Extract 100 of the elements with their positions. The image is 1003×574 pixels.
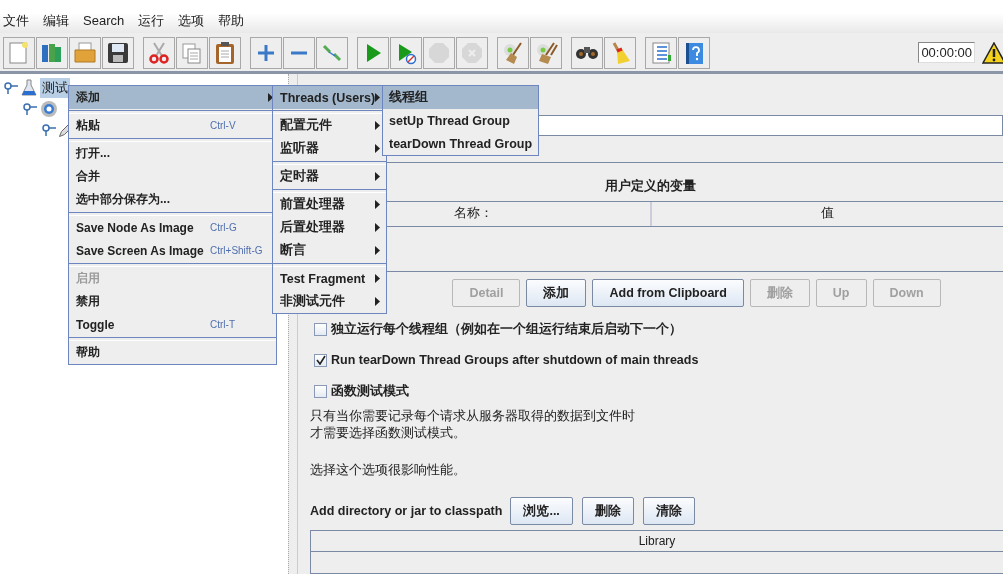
menu-item-label: 前置处理器 <box>280 196 345 213</box>
toolbar-button[interactable] <box>678 36 710 69</box>
submenu-arrow-icon <box>375 144 380 153</box>
menu-item-label: Threads (Users) <box>280 90 376 105</box>
shortcut-label: Ctrl-V <box>210 120 236 131</box>
menu-item-label: 添加 <box>76 89 101 106</box>
menu-item[interactable]: tearDown Thread Group <box>383 132 538 155</box>
menu-item-label: 打开... <box>76 145 111 162</box>
menu-item[interactable]: 选项 <box>178 12 205 30</box>
submenu-arrow-icon <box>268 93 273 102</box>
clipboard-icon <box>213 40 237 65</box>
menu-item[interactable]: 打开... <box>69 142 276 165</box>
menu-item-label: 选中部分保存为... <box>76 191 171 208</box>
checkbox[interactable] <box>314 322 327 336</box>
submenu-arrow-icon <box>375 297 380 306</box>
menu-item-label: 禁用 <box>76 293 101 310</box>
menu-item[interactable]: 定时器 <box>273 165 386 188</box>
menu-item[interactable]: 前置处理器 <box>273 193 386 216</box>
menu-item-label: setUp Thread Group <box>389 113 510 128</box>
menu-item[interactable]: 编辑 <box>43 12 69 30</box>
menu-item[interactable]: Save Node As Image Ctrl-G <box>69 216 276 239</box>
menu-item-label: 断言 <box>280 242 306 259</box>
submenu-arrow-icon <box>375 246 380 255</box>
classpath-button[interactable]: 清除 <box>642 497 695 525</box>
binoculars-icon <box>576 46 598 59</box>
toolbar-button[interactable] <box>571 36 603 69</box>
menu-item[interactable]: Test Fragment <box>273 267 386 290</box>
menu-item[interactable]: Save Screen As Image Ctrl+Shift-G <box>69 239 276 262</box>
copy-icon <box>180 40 204 65</box>
column-header[interactable]: Library <box>311 531 1003 552</box>
menu-item-label: 粘贴 <box>76 117 101 134</box>
submenu-arrow-icon <box>375 121 380 130</box>
menu-item[interactable]: 线程组 <box>383 86 538 109</box>
menu-item-label: 定时器 <box>280 168 319 185</box>
menu-item[interactable]: 帮助 <box>69 341 276 364</box>
menu-item-label: Save Node As Image <box>76 220 195 235</box>
warning-icon <box>982 41 1003 64</box>
toolbar-button[interactable] <box>102 36 134 69</box>
submenu-arrow-icon <box>375 93 381 102</box>
shortcut-label: Ctrl-T <box>210 319 235 330</box>
tree-node-label[interactable]: 测试 <box>40 77 70 98</box>
menu-item-label: 帮助 <box>76 344 101 361</box>
menu-item-label: Toggle <box>76 317 116 332</box>
toolbar-button[interactable] <box>209 36 241 69</box>
menu-item[interactable]: 禁用 <box>69 290 276 313</box>
menu-item[interactable]: 选中部分保存为... <box>69 188 276 211</box>
help-text: 选择这个选项很影响性能。 <box>310 462 467 479</box>
classpath-button[interactable]: 浏览... <box>510 497 573 525</box>
help-text: 只有当你需要记录每个请求从服务器取得的数据到文件时 <box>310 408 636 425</box>
menu-item[interactable]: 粘贴 Ctrl-V <box>69 114 276 137</box>
submenu-arrow-icon <box>375 274 380 283</box>
shortcut-label: Ctrl-G <box>210 222 237 233</box>
flask-icon <box>21 78 37 97</box>
folder-icon <box>73 40 97 65</box>
submenu-arrow-icon <box>375 200 380 209</box>
table-button[interactable]: Add from Clipboard <box>592 279 744 307</box>
checkbox[interactable] <box>314 384 327 398</box>
menu-item-label: 合并 <box>76 168 101 185</box>
menu-item[interactable]: 帮助 <box>218 12 245 30</box>
menu-item[interactable]: 监听器 <box>273 137 386 160</box>
menu-item-label: 配置元件 <box>280 117 332 134</box>
table-button[interactable]: 添加 <box>526 279 587 307</box>
menu-item-label: tearDown Thread Group <box>389 136 533 151</box>
checkbox[interactable] <box>314 353 327 367</box>
tree-handle-icon <box>23 102 37 115</box>
menu-item[interactable]: 配置元件 <box>273 114 386 137</box>
checkmark-icon <box>315 355 326 365</box>
timer-display: 00:00:00 <box>918 42 975 63</box>
menu-item[interactable]: 断言 <box>273 239 386 262</box>
broom-icon <box>501 40 525 65</box>
menu-item-label: 监听器 <box>280 140 319 157</box>
menu-item[interactable]: 后置处理器 <box>273 216 386 239</box>
shortcut-label: Ctrl+Shift-G <box>210 245 263 256</box>
menu-item[interactable]: 文件 <box>3 12 29 30</box>
submenu-arrow-icon <box>375 223 380 232</box>
gear-icon <box>40 99 58 118</box>
tree-handle-icon <box>42 123 56 136</box>
page-icon <box>7 40 31 65</box>
classpath-button[interactable]: 删除 <box>581 497 634 525</box>
toolbar-button[interactable] <box>530 36 562 69</box>
menu-item-label: Test Fragment <box>280 271 366 286</box>
scissors-icon <box>147 40 171 65</box>
menu-item[interactable]: setUp Thread Group <box>383 109 538 132</box>
menu-item[interactable]: Search <box>83 12 125 30</box>
menu-item-label: 非测试元件 <box>280 293 345 310</box>
table-title: 用户定义的变量 <box>605 178 696 195</box>
tree-handle-icon <box>4 81 18 94</box>
checkbox-label: Run tearDown Thread Groups after shutdown of main threads <box>331 353 699 367</box>
classpath-label: Add directory or jar to classpath <box>310 504 503 518</box>
menu-item-label: 线程组 <box>389 89 428 106</box>
menu-item[interactable]: 合并 <box>69 165 276 188</box>
menu-item[interactable]: 运行 <box>138 12 165 30</box>
menu-item[interactable]: 非测试元件 <box>273 290 386 313</box>
column-header[interactable]: 值 <box>649 202 1003 226</box>
menu-item[interactable]: Toggle Ctrl-T <box>69 313 276 336</box>
submenu-arrow-icon <box>375 172 380 181</box>
checkbox-label: 函数测试模式 <box>331 382 409 400</box>
list-icon <box>649 40 673 65</box>
menu-item-label: 后置处理器 <box>280 219 345 236</box>
menu-item-label: Save Screen As Image <box>76 243 205 258</box>
